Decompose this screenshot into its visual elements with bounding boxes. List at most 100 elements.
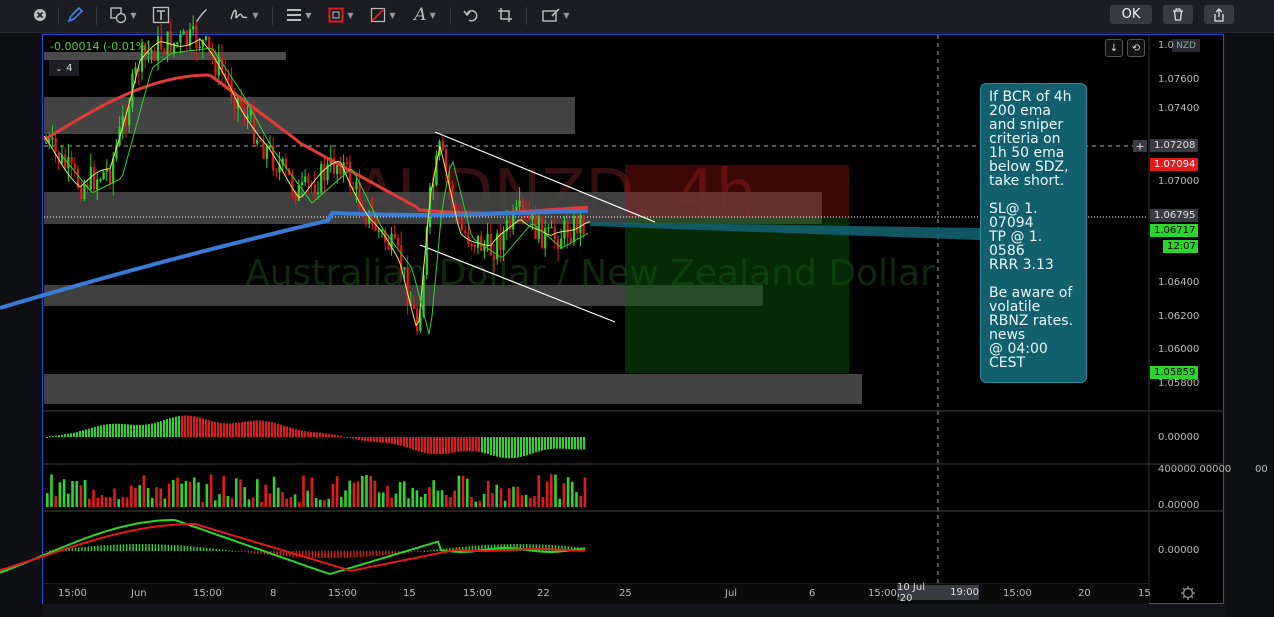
candle-body — [473, 244, 476, 248]
candle-body — [70, 157, 73, 164]
trade-plan-note[interactable]: If BCR of 4h 200 ema and sniper criteria… — [980, 83, 1087, 383]
time-label: 15:00 — [193, 588, 222, 599]
settings-gear-icon[interactable] — [1181, 586, 1195, 600]
time-label: 15:00 — [328, 588, 357, 599]
ao-bar — [535, 437, 537, 453]
macd-bar — [330, 551, 333, 558]
candle-body — [355, 182, 358, 190]
macd-bar — [369, 551, 371, 557]
volume-bar — [348, 480, 351, 507]
ao-bar — [550, 437, 552, 449]
candle-body — [336, 165, 339, 174]
candle-body — [227, 76, 230, 81]
indicator-collapse-button[interactable]: ⌄ 4 — [49, 60, 79, 76]
ao-bar — [295, 429, 297, 437]
ao-bar — [91, 427, 93, 437]
macd-bar — [433, 549, 435, 551]
crosshair-date-label: 10 Jul '20 19:00 — [897, 581, 979, 604]
ao-bar — [226, 423, 228, 437]
time-label: 6 — [809, 588, 816, 599]
ao-bar — [487, 437, 489, 455]
macd-bar — [372, 551, 374, 557]
ao-bar — [118, 423, 120, 437]
volume-bar — [327, 498, 330, 507]
macd-bar — [94, 545, 96, 551]
volume-bar — [575, 492, 578, 507]
macd-bar — [225, 549, 227, 551]
ao-bar — [55, 435, 57, 437]
macd-bar — [538, 544, 541, 551]
ao-bar — [577, 437, 579, 450]
volume-bar — [512, 486, 515, 507]
macd-bar — [87, 546, 89, 551]
ao-bar — [430, 437, 432, 454]
price-label: 1.07600 — [1158, 74, 1200, 85]
macd-bar — [132, 544, 134, 551]
volume-bar — [138, 485, 141, 507]
candle-body — [403, 267, 406, 270]
volume-bar — [197, 482, 200, 507]
ao-bar — [334, 434, 336, 437]
volume-bar — [419, 496, 423, 507]
macd-bar — [359, 551, 361, 558]
volume-bar — [58, 482, 62, 507]
scroll-to-latest-icon[interactable]: ↓ — [1105, 39, 1123, 57]
volume-bar — [487, 480, 490, 507]
ao-bar — [376, 437, 378, 443]
ao-bar — [61, 434, 63, 437]
volume-bar — [256, 479, 259, 507]
candle-body — [134, 67, 137, 74]
volume-bar — [436, 490, 440, 507]
volume-bar — [218, 494, 221, 507]
volume-bar — [403, 481, 406, 507]
ao-bar — [403, 437, 405, 447]
candle-body — [304, 176, 307, 183]
macd-bar — [337, 551, 339, 558]
macd-bar — [426, 550, 429, 552]
macd-bar — [145, 544, 147, 551]
ao-bar — [493, 437, 495, 456]
ao-bar — [511, 437, 513, 459]
volume-bar — [125, 497, 129, 507]
volume-bar — [277, 487, 280, 507]
time-label: 15 — [403, 588, 416, 599]
candle-body — [153, 50, 156, 61]
candle-body — [83, 184, 86, 199]
volume-bar — [306, 490, 309, 507]
ao-bar — [361, 437, 363, 441]
candle-body — [566, 220, 569, 238]
candle-body — [515, 206, 518, 211]
volume-bar — [272, 476, 276, 507]
ao-bar — [172, 417, 174, 437]
take-profit-zone[interactable] — [625, 218, 849, 373]
add-alert-icon[interactable]: + — [1133, 140, 1147, 153]
macd-bar — [423, 550, 425, 552]
candle-body — [502, 231, 505, 251]
ao-bar — [538, 437, 540, 452]
ao-bar — [271, 422, 273, 437]
stop-loss-zone[interactable] — [625, 165, 849, 218]
ao-bar — [133, 424, 135, 437]
auto-scale-icon[interactable]: ⟲ — [1127, 39, 1145, 57]
macd-bar — [410, 551, 413, 553]
ao-bar — [241, 422, 243, 437]
ao-bar — [385, 437, 387, 444]
macd-bar — [222, 549, 224, 551]
candle-body — [102, 171, 105, 180]
macd-bar — [420, 551, 422, 552]
macd-bar — [180, 545, 182, 551]
ao-bar — [328, 433, 330, 437]
volume-bar — [142, 475, 146, 507]
ao-bar — [499, 437, 501, 458]
volume-bar — [260, 501, 263, 507]
volume-bar — [453, 490, 456, 507]
ao-bar — [370, 437, 372, 442]
ao-bar — [100, 425, 102, 437]
volume-bar — [495, 484, 498, 507]
candle-body — [150, 50, 153, 53]
candle-body — [441, 141, 444, 150]
ao-bar — [460, 437, 462, 452]
ao-bar — [580, 437, 582, 450]
macd-bar — [119, 544, 121, 551]
volume-bar — [411, 487, 414, 507]
